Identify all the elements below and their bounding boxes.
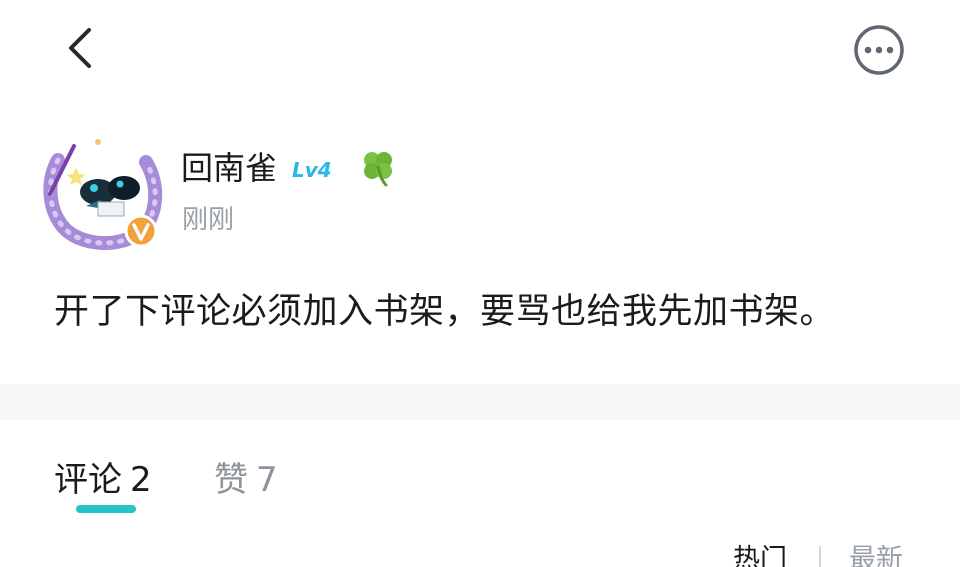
sort-hot-button[interactable]: 热门 [733,540,787,567]
section-divider [0,384,960,420]
post-time: 刚刚 [182,205,235,235]
level-badge: Lv4 [292,158,332,182]
post-detail-page: 回南雀 Lv4 刚刚 开了下评论必须加入书架，要骂也给我先加书架。 评论 2 赞7… [0,0,960,567]
tab-likes[interactable]: 赞7 [214,456,278,504]
tab-comments[interactable]: 评论 2 [54,456,152,504]
author-avatar[interactable] [40,132,164,254]
more-horizontal-circle-icon [854,25,904,75]
active-tab-indicator [76,505,136,513]
author-name[interactable]: 回南雀 [181,148,277,188]
chevron-left-icon [69,28,91,68]
tab-comments-count: 2 [130,460,152,500]
sort-divider [819,546,821,567]
post-content: 开了下评论必须加入书架，要骂也给我先加书架。 [54,292,836,332]
sort-new-button[interactable]: 最新 [849,540,903,567]
tab-comments-label: 评论 [54,460,122,500]
tab-likes-label: 赞 [214,460,248,500]
four-leaf-clover-icon [356,145,400,189]
more-options-button[interactable] [853,24,905,76]
back-button[interactable] [56,22,104,74]
verified-v-icon [124,214,158,248]
tab-likes-count: 7 [256,460,278,500]
